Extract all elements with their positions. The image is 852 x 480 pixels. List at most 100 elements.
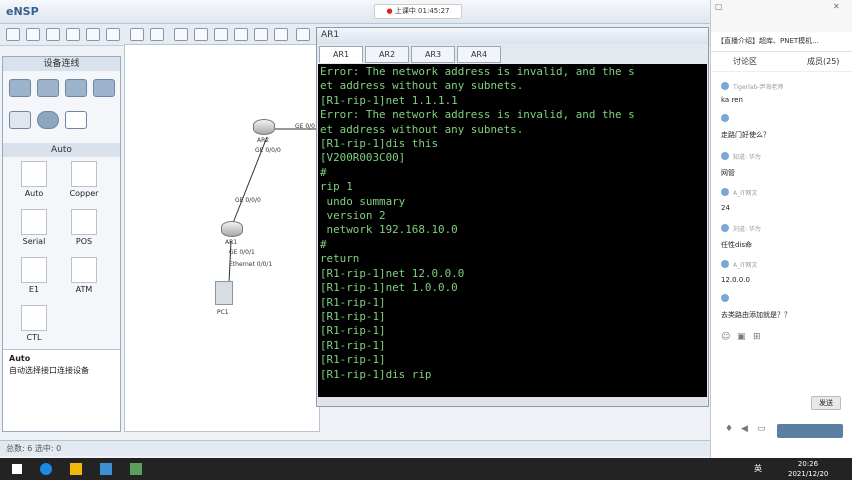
tab-ar3[interactable]: AR3 [411, 46, 455, 63]
console-horizontal-scrollbar[interactable] [318, 397, 707, 406]
device-panel-title: 设备连线 [3, 57, 120, 71]
windows-start-icon[interactable] [12, 464, 22, 474]
cable-category-icon[interactable] [65, 111, 87, 129]
undo-icon[interactable] [130, 28, 144, 41]
chat-message-name: 刘道: 华为 [733, 226, 761, 233]
select-icon[interactable] [174, 28, 188, 41]
atm-cable-icon[interactable] [71, 257, 97, 283]
save-as-icon[interactable] [86, 28, 100, 41]
avatar [721, 260, 729, 268]
speaker-icon[interactable]: ◀ [741, 424, 748, 434]
file-explorer-icon[interactable] [70, 463, 82, 475]
redo-icon[interactable] [150, 28, 164, 41]
cable-label-pos: POS [75, 237, 93, 246]
wlan-category-icon[interactable] [65, 79, 87, 97]
taskbar-clock[interactable]: 20:26 2021/12/20 [788, 459, 828, 479]
ar1-name: AR1 [225, 239, 238, 246]
ar1-port-up: GE 0/0/0 [235, 197, 261, 204]
screen-share-icon[interactable]: ▭ [757, 424, 766, 434]
cable-label-e1: E1 [28, 285, 40, 294]
auto-cable-icon[interactable] [21, 161, 47, 187]
close-icon[interactable]: ✕ [833, 2, 840, 11]
ensp-logo: eNSP [6, 5, 39, 18]
cable-label-atm: ATM [75, 285, 93, 294]
cable-label-ctl: CTL [26, 333, 42, 342]
console-title: AR1 [321, 30, 340, 40]
recording-status-badge: ● 上课中 01:45:27 [374, 4, 462, 19]
image-icon[interactable]: ▣ [737, 332, 746, 342]
terminal-output[interactable]: Error: The network address is invalid, a… [318, 64, 707, 397]
app-icon[interactable] [100, 463, 112, 475]
zoom-icon[interactable] [296, 28, 310, 41]
new-topology-icon[interactable] [6, 28, 20, 41]
cable-label-copper: Copper [69, 189, 99, 198]
topology-canvas[interactable]: AR2 GE 0/0/0 GE 0/0 GE 0/0/0 AR1 GE 0/0/… [124, 44, 321, 432]
print-icon[interactable] [106, 28, 120, 41]
terminal-line: # [320, 237, 327, 251]
pc1-icon[interactable] [215, 281, 233, 305]
text-icon[interactable] [254, 28, 268, 41]
save-icon[interactable] [66, 28, 80, 41]
ar1-port-down: GE 0/0/1 [229, 249, 255, 256]
hand-icon[interactable] [194, 28, 208, 41]
pos-cable-icon[interactable] [71, 209, 97, 235]
delete-icon[interactable] [214, 28, 228, 41]
clock-time: 20:26 [797, 460, 819, 468]
terminal-line: et address without any subnets. [320, 79, 524, 93]
router-ar2-icon[interactable] [253, 119, 275, 135]
terminal-line: version 2 [320, 209, 386, 223]
ar2-port-right: GE 0/0 [295, 123, 316, 130]
chat-sub-tabs: 讨论区 成员(25) [711, 52, 852, 72]
ensp-taskbar-icon[interactable] [130, 463, 142, 475]
cable-label-serial: Serial [22, 237, 46, 246]
avatar [721, 188, 729, 196]
pc1-port: Ethernet 0/0/1 [229, 261, 273, 268]
chat-message-text: 走路门好使么？ [721, 131, 770, 139]
router-ar1-icon[interactable] [221, 221, 243, 237]
chat-message-text: 网管 [721, 169, 735, 177]
ctl-cable-icon[interactable] [21, 305, 47, 331]
console-tab-bar: AR1 AR2 AR3 AR4 [317, 44, 708, 64]
ensp-title-bar: eNSP [0, 0, 712, 24]
pc-category-icon[interactable] [9, 111, 31, 129]
terminal-line: [R1-rip-1]net 1.1.1.1 [320, 93, 458, 107]
recording-status: 上课中 01:45:27 [394, 7, 450, 15]
chat-message-name: A_IT网文 [733, 190, 758, 197]
serial-cable-icon[interactable] [21, 209, 47, 235]
new-exam-icon[interactable] [26, 28, 40, 41]
router-category-icon[interactable] [9, 79, 31, 97]
chat-header-text: 【直播介绍】超库、PNET模机... [717, 37, 819, 45]
mic-icon[interactable]: ♦ [725, 424, 733, 434]
tab-discussion[interactable]: 讨论区 [733, 56, 757, 67]
topology-links [228, 128, 321, 284]
terminal-line: [R1-rip-1] [320, 324, 386, 338]
edge-browser-icon[interactable] [40, 463, 52, 475]
e1-cable-icon[interactable] [21, 257, 47, 283]
terminal-line: [R1-rip-1]dis this [320, 137, 439, 151]
clear-icon[interactable] [234, 28, 248, 41]
cloud-category-icon[interactable] [37, 111, 59, 129]
firewall-category-icon[interactable] [93, 79, 115, 97]
attach-icon[interactable]: ⊞ [753, 332, 761, 342]
chat-message-name: Tigerlab-尹海老师 [733, 84, 784, 91]
send-button[interactable]: 发送 [811, 396, 841, 410]
palette-icon[interactable] [274, 28, 288, 41]
console-title-bar: AR1 [317, 28, 708, 44]
cable-label-auto: Auto [24, 189, 44, 198]
tab-ar1[interactable]: AR1 [319, 46, 363, 63]
tab-ar4[interactable]: AR4 [457, 46, 501, 63]
chat-message-name: 知道: 华为 [733, 154, 761, 161]
tab-members[interactable]: 成员(25) [807, 56, 839, 67]
tab-ar2[interactable]: AR2 [365, 46, 409, 63]
terminal-line: [R1-rip-1]net 12.0.0.0 [320, 266, 465, 280]
copper-cable-icon[interactable] [71, 161, 97, 187]
avatar [721, 82, 729, 90]
terminal-line: Error: The network address is invalid, a… [320, 108, 635, 122]
live-action-button[interactable] [777, 424, 843, 438]
switch-category-icon[interactable] [37, 79, 59, 97]
ime-indicator[interactable]: 英 [754, 463, 762, 474]
emoji-icon[interactable]: ☺ [721, 332, 730, 342]
description-text: 自动选择接口连接设备 [9, 366, 89, 375]
terminal-line: [R1-rip-1] [320, 338, 386, 352]
open-icon[interactable] [46, 28, 60, 41]
